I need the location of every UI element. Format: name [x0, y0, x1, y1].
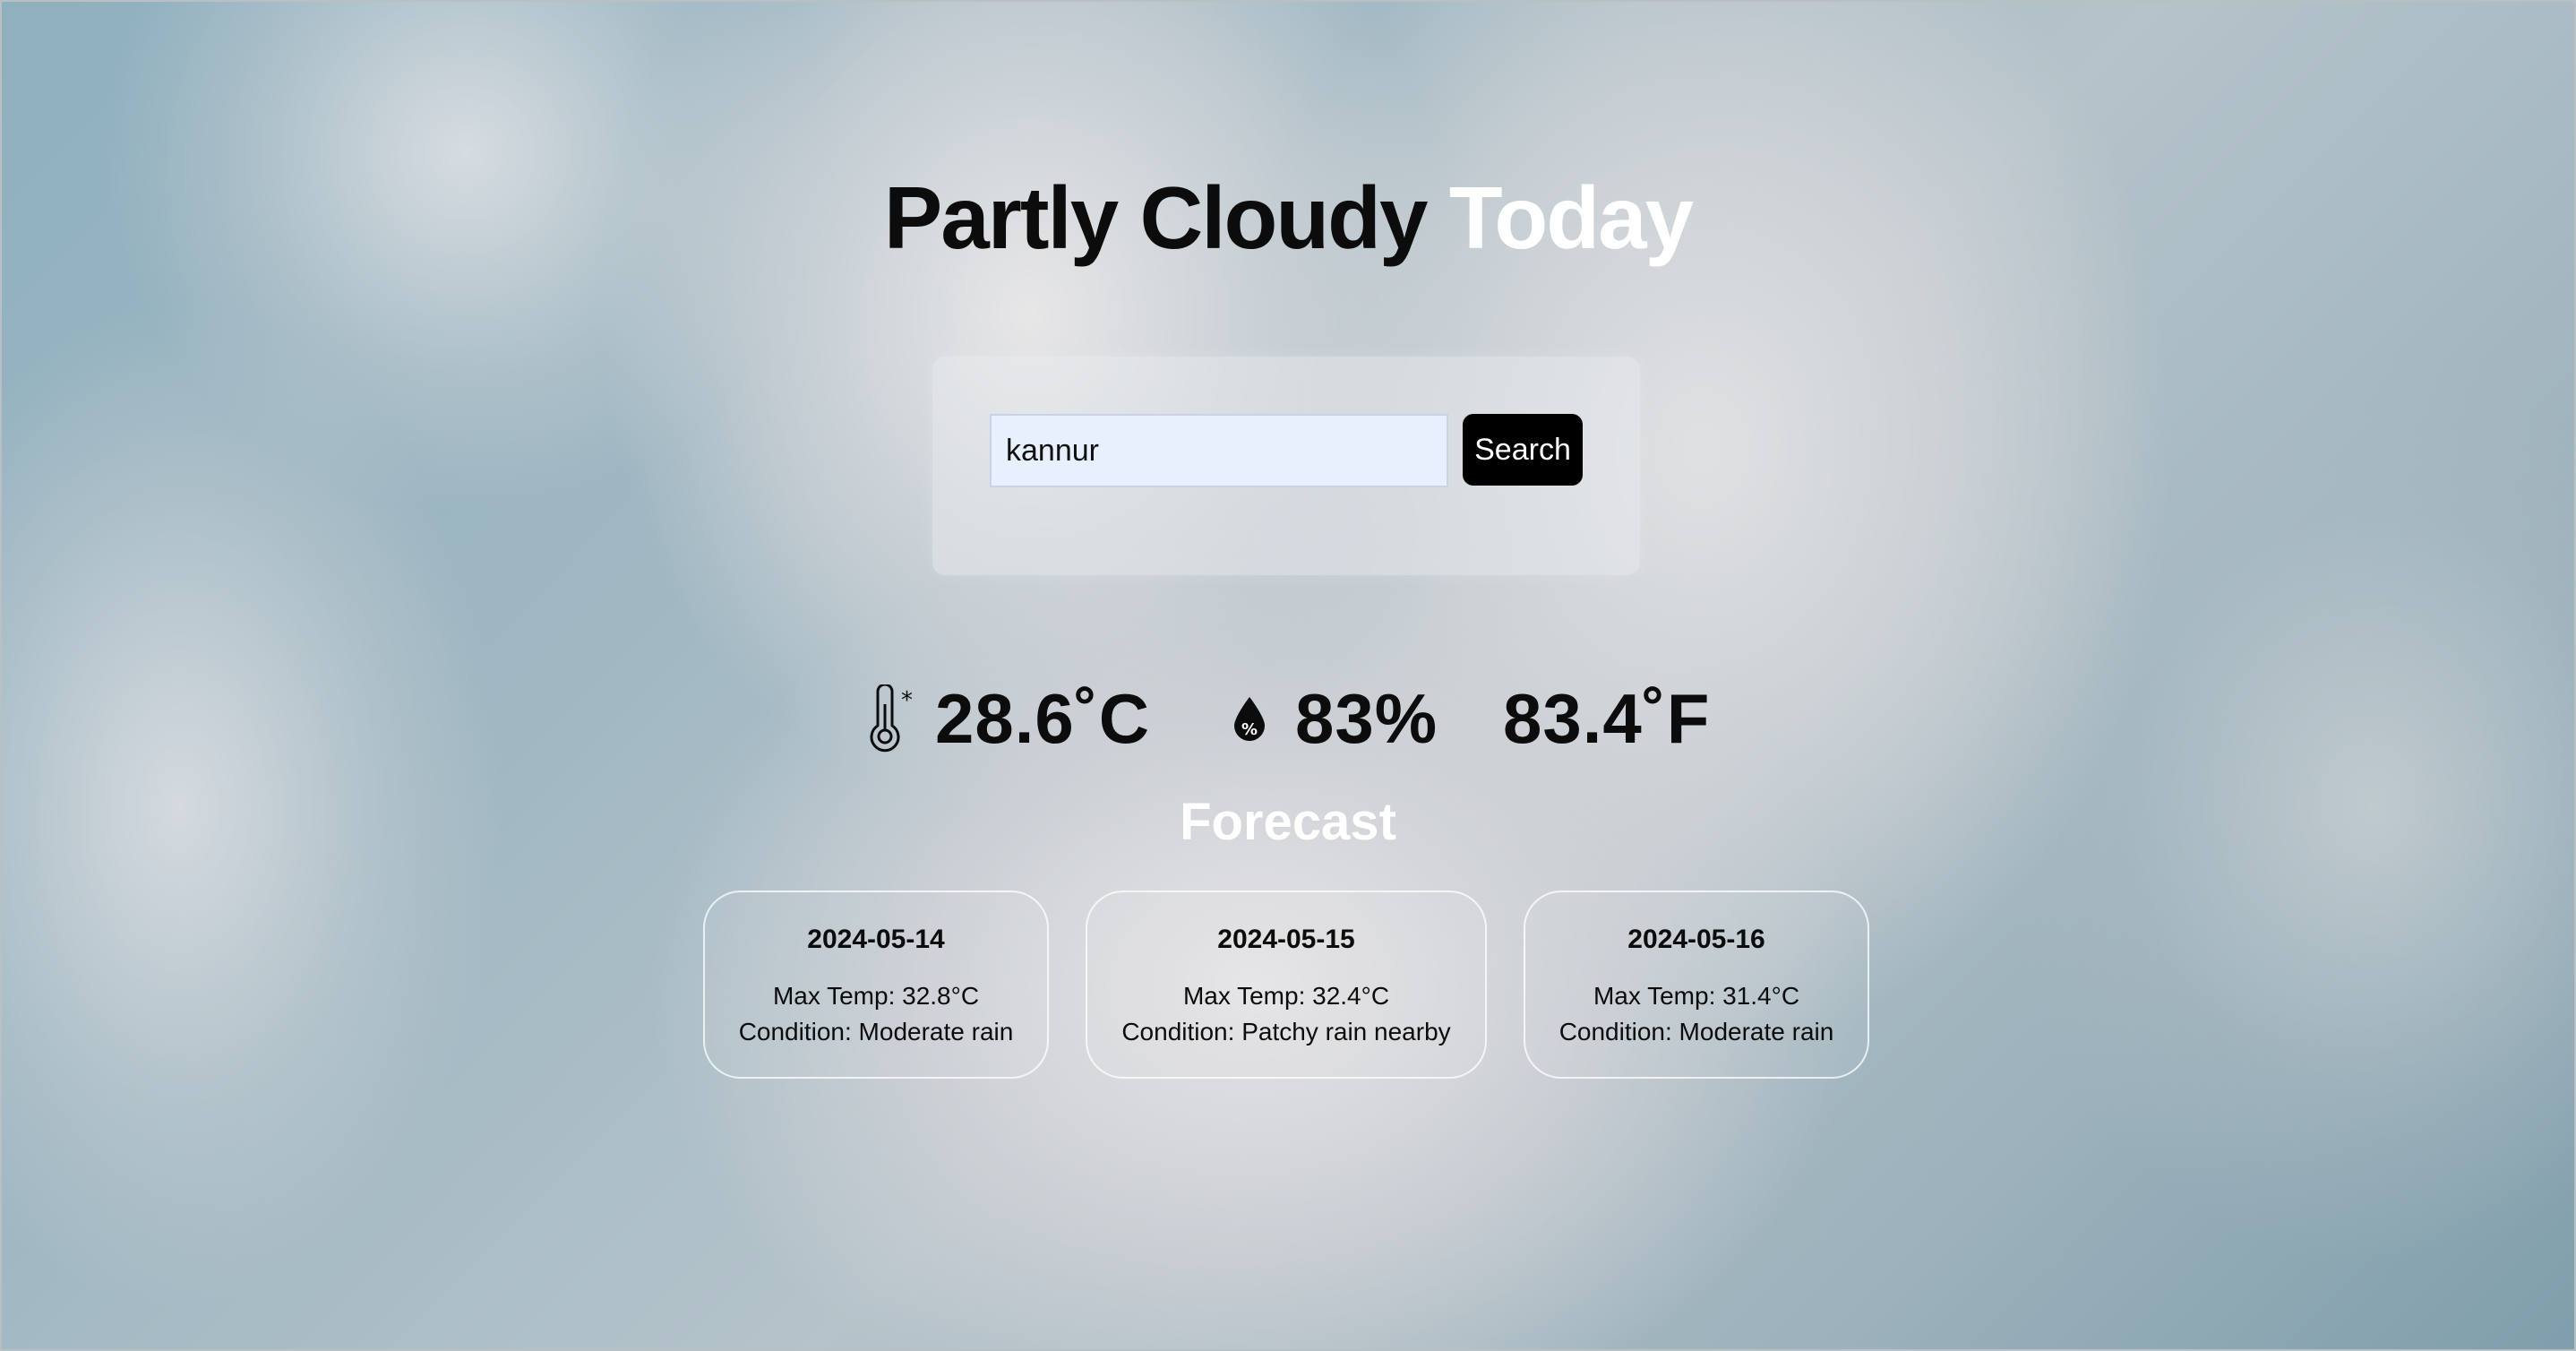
page-title: Partly Cloudy Today: [0, 168, 2576, 267]
title-day: Today: [1448, 168, 1694, 267]
forecast-card: 2024-05-14 Max Temp: 32.8°C Condition: M…: [703, 891, 1049, 1079]
svg-text:*: *: [901, 687, 913, 714]
humidity-stat: % 83%: [1227, 674, 1438, 763]
forecast-card: 2024-05-16 Max Temp: 31.4°C Condition: M…: [1524, 891, 1869, 1079]
temperature-celsius-value: 28.6˚C: [935, 678, 1151, 758]
title-condition: Partly Cloudy: [883, 168, 1429, 267]
forecast-condition: Condition: Moderate rain: [1558, 1018, 1834, 1046]
temperature-fahrenheit-stat: 83.4˚F: [1503, 674, 1710, 763]
svg-text:%: %: [1241, 720, 1258, 739]
humidity-value: 83%: [1295, 678, 1438, 758]
current-weather-stats: * 28.6˚C % 83% 83.4˚F: [0, 674, 2576, 763]
forecast-condition: Condition: Patchy rain nearby: [1121, 1018, 1451, 1046]
forecast-date: 2024-05-14: [807, 925, 945, 954]
forecast-card: 2024-05-15 Max Temp: 32.4°C Condition: P…: [1086, 891, 1487, 1079]
weather-page: Partly Cloudy Today Search * 28.6˚C %: [0, 0, 2576, 1351]
forecast-max-temp: Max Temp: 31.4°C: [1593, 982, 1800, 1010]
forecast-date: 2024-05-16: [1627, 925, 1765, 954]
thermometer-icon: *: [865, 683, 923, 753]
temperature-celsius-stat: * 28.6˚C: [865, 674, 1150, 763]
forecast-max-temp: Max Temp: 32.4°C: [1182, 982, 1390, 1010]
forecast-date: 2024-05-15: [1217, 925, 1355, 954]
humidity-drop-icon: %: [1227, 692, 1272, 745]
forecast-max-temp: Max Temp: 32.8°C: [772, 982, 980, 1010]
temperature-fahrenheit-value: 83.4˚F: [1503, 678, 1711, 758]
forecast-title: Forecast: [1180, 793, 1396, 851]
search-button[interactable]: Search: [1463, 414, 1583, 486]
search-input[interactable]: [990, 414, 1448, 487]
forecast-condition: Condition: Moderate rain: [738, 1018, 1014, 1046]
search-panel: Search: [932, 357, 1640, 575]
